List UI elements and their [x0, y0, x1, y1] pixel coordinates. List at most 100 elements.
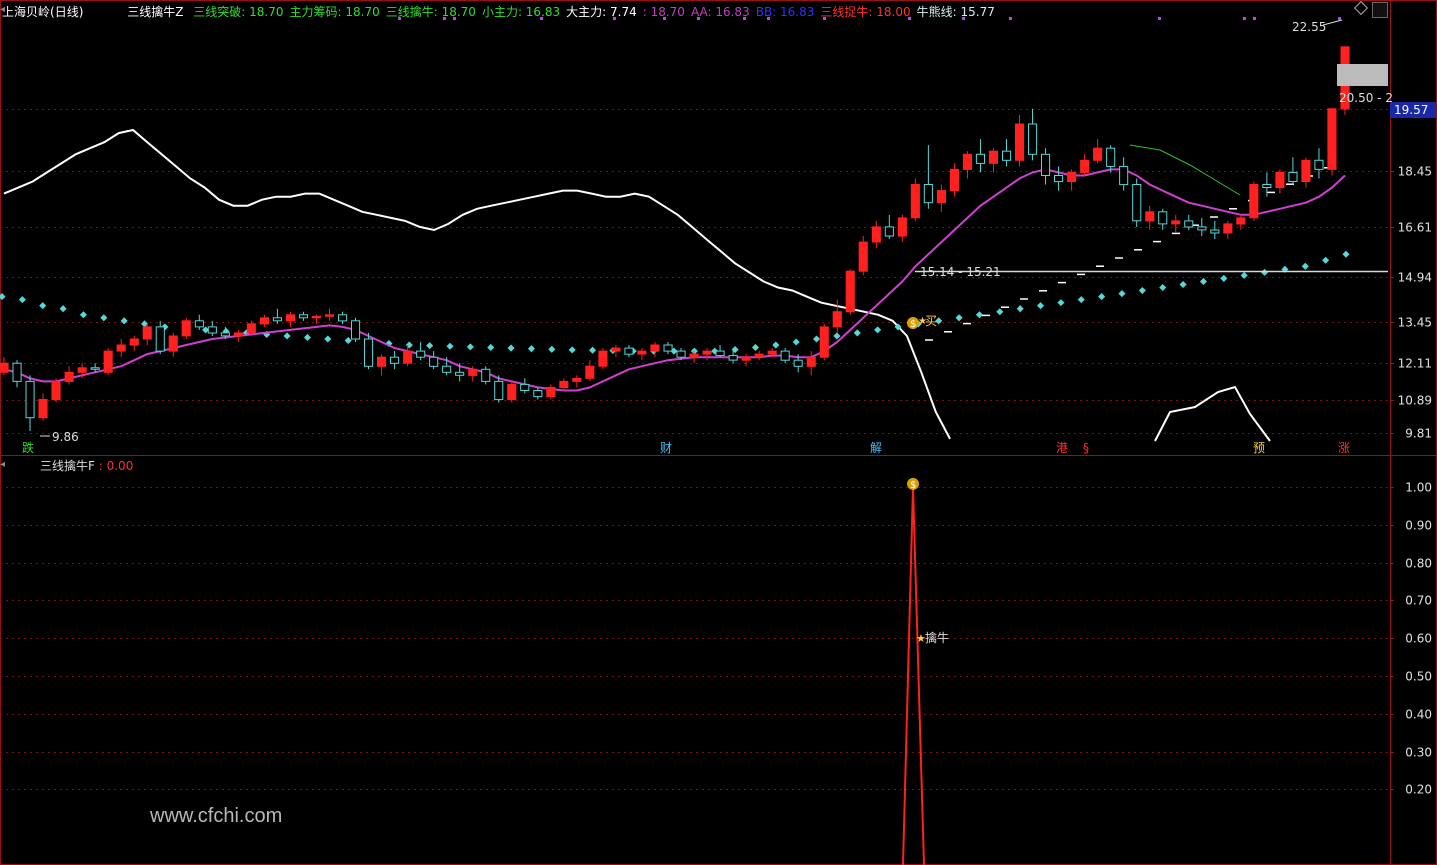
event-marker: 涨 — [1338, 440, 1350, 455]
candle-body — [650, 344, 660, 352]
main-chart[interactable] — [0, 46, 1388, 442]
candle-body — [975, 153, 986, 164]
candle-body — [64, 371, 74, 382]
dot-marker — [1179, 280, 1187, 289]
dot-marker — [527, 345, 535, 353]
range-label: 15.14 - 15.21 — [920, 265, 1001, 279]
indicator-item: 三线突破: 18.70 — [193, 5, 284, 19]
sub-indicator-value: 0.00 — [106, 459, 134, 473]
candle-body — [103, 350, 113, 373]
candle-body — [1275, 171, 1285, 188]
candle-body — [624, 347, 634, 355]
dot-marker — [1261, 268, 1269, 276]
period-label[interactable]: (日线) — [50, 5, 83, 19]
sub-indicator-name[interactable]: 三线擒牛F — [40, 459, 95, 473]
indicator-name[interactable]: 三线擒牛Z — [127, 5, 183, 19]
y-tick-label: 0.60 — [1405, 632, 1432, 646]
candle-body — [741, 356, 751, 361]
candle-body — [51, 380, 61, 401]
candle-body — [897, 217, 907, 237]
signal-label: 擒牛 — [925, 630, 949, 645]
candle-body — [1171, 220, 1181, 225]
y-tick-label: 0.20 — [1405, 783, 1432, 797]
candle-body — [1327, 108, 1337, 170]
dot-marker — [1037, 302, 1045, 310]
candle-body — [884, 226, 894, 237]
y-tick-label: 10.89 — [1398, 394, 1432, 408]
candle-body — [259, 317, 269, 325]
price-tag-value: 19.57 — [1394, 103, 1428, 117]
scroll-down-icon[interactable] — [1372, 2, 1388, 18]
dot-marker — [813, 335, 821, 343]
dot-marker — [589, 346, 597, 354]
dot-marker — [975, 311, 983, 319]
candle-body — [754, 353, 764, 358]
dot-marker — [548, 345, 556, 353]
candle-body — [988, 150, 999, 164]
candle-body — [351, 320, 361, 340]
chart-canvas: $★擒牛 20.5018.4516.6114.9413.4512.1110.89… — [0, 0, 1437, 865]
money-bag-symbol: $ — [910, 319, 916, 330]
candle-body — [637, 350, 647, 355]
candle-body — [311, 315, 321, 319]
stock-title[interactable]: 上海贝岭 — [2, 5, 50, 19]
event-marker: 解 — [870, 441, 882, 455]
candle-body — [871, 226, 881, 243]
candle-body — [220, 332, 230, 337]
y-tick-label: 0.50 — [1405, 670, 1432, 684]
trend-line-segment — [1154, 385, 1271, 442]
candle-body — [910, 184, 920, 219]
candle-body — [194, 320, 204, 328]
candle-body — [1093, 147, 1103, 161]
candle-body — [1028, 123, 1038, 155]
candle-body — [403, 350, 413, 364]
sub-indicator-sep: : — [98, 459, 103, 473]
dot-marker — [487, 343, 495, 352]
candle-body — [1314, 159, 1324, 170]
candle-body — [416, 350, 426, 358]
ma-line-green — [1129, 144, 1241, 196]
indicator-item: : 18.70 — [642, 5, 685, 19]
top-dot — [1009, 17, 1012, 20]
candle-body — [1210, 229, 1220, 234]
indicator-item: BB: 16.83 — [755, 5, 815, 19]
candle-body — [1184, 220, 1194, 228]
candle-body — [949, 168, 960, 192]
y-tick-label: 14.94 — [1398, 271, 1432, 285]
y-tick-label: 0.70 — [1405, 594, 1432, 608]
candle-body — [0, 362, 9, 373]
event-marker: 跌 — [22, 440, 34, 455]
candle-body — [611, 347, 621, 352]
candle-body — [1197, 226, 1207, 231]
outer-frame — [0, 0, 1437, 865]
annotations: 22.559.8615.14 - 15.2120.50 - 219.57$ ★买跌… — [0, 4, 1436, 470]
y-tick-label: 0.30 — [1405, 746, 1432, 760]
candle-body — [923, 184, 933, 204]
dot-marker — [466, 343, 474, 351]
dot-marker — [405, 341, 413, 349]
candle-body — [728, 355, 738, 361]
candle-body — [689, 353, 699, 358]
dot-marker — [120, 317, 128, 325]
dot-marker — [833, 332, 841, 340]
candle-body — [767, 350, 777, 355]
y-tick-label: 16.61 — [1398, 221, 1432, 235]
candle-body — [207, 326, 217, 334]
candle-body — [1132, 184, 1142, 222]
dot-marker — [772, 341, 780, 349]
indicator-item: AA: 16.83 — [690, 5, 750, 19]
y-tick-label: 12.11 — [1398, 357, 1432, 371]
dot-marker — [1342, 250, 1350, 258]
candle-body — [845, 270, 855, 313]
dot-marker — [874, 326, 882, 334]
candle-body — [780, 350, 790, 361]
dot-marker — [996, 308, 1004, 316]
low-label: 9.86 — [52, 430, 79, 444]
candle-body — [233, 332, 243, 337]
candle-body — [1002, 150, 1012, 161]
candle-body — [155, 326, 165, 352]
dot-marker — [1077, 296, 1085, 304]
candle-body — [1262, 184, 1272, 188]
dot-marker — [303, 333, 311, 342]
sub-chart[interactable]: $★ 擒牛 — [902, 477, 949, 865]
